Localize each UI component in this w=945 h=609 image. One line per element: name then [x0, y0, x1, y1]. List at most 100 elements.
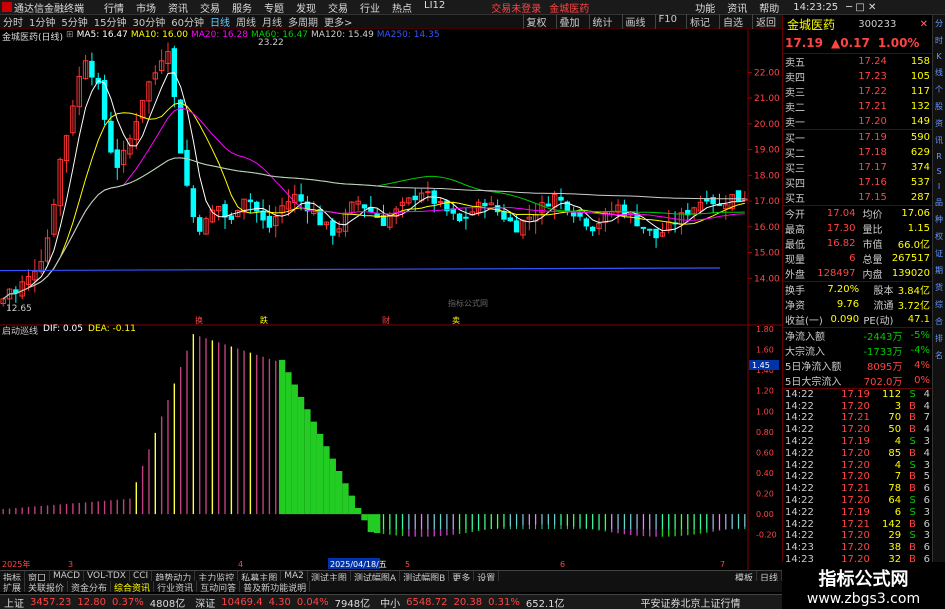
- indicator-tab[interactable]: VOL-TDX: [84, 571, 130, 581]
- menu-item[interactable]: LI12: [424, 0, 445, 15]
- info-tab[interactable]: 扩展: [0, 581, 26, 594]
- index-label[interactable]: 中小: [380, 595, 400, 609]
- indicator-tab[interactable]: MACD: [50, 571, 85, 581]
- tool-button[interactable]: 统计: [588, 14, 616, 29]
- kline-chart[interactable]: 22.00 21.00 20.00 19.00 18.00 17.00 16.00 15.00…: [0, 29, 782, 570]
- stock-name[interactable]: 金城医药: [787, 16, 835, 33]
- index-label[interactable]: 深证: [195, 595, 215, 609]
- indicator-tab[interactable]: 窗口: [25, 571, 51, 584]
- period-tab[interactable]: 60分钟: [171, 14, 204, 29]
- login-notice[interactable]: 交易未登录: [491, 0, 541, 15]
- sidebar-item[interactable]: S: [936, 167, 941, 176]
- low-label: 12.65: [6, 304, 32, 314]
- menu-item[interactable]: 行业: [360, 0, 380, 15]
- info-tab[interactable]: 互动问答: [197, 581, 241, 594]
- sidebar-item[interactable]: R: [936, 152, 942, 161]
- right-menu-item[interactable]: 功能: [695, 0, 715, 15]
- menu-item[interactable]: 专题: [264, 0, 284, 15]
- menu-item[interactable]: 交易: [200, 0, 220, 15]
- indicator-tab[interactable]: 主力监控: [195, 571, 239, 584]
- sidebar-item[interactable]: 个: [935, 84, 943, 95]
- sidebar-item[interactable]: 股: [935, 101, 943, 112]
- indicator-tab[interactable]: CCI: [130, 571, 153, 581]
- timeframe-button[interactable]: 日线: [757, 571, 782, 584]
- tool-button[interactable]: F10: [654, 14, 680, 29]
- indicator-tab[interactable]: 设置: [474, 571, 500, 584]
- period-tab[interactable]: 1分钟: [29, 14, 55, 29]
- chart-settings-icon[interactable]: ⊞: [66, 30, 74, 42]
- tool-button[interactable]: 自选: [719, 14, 746, 29]
- info-tab[interactable]: 关联报价: [25, 581, 69, 594]
- template-button[interactable]: 模板: [732, 571, 757, 584]
- table-cell: 6: [849, 253, 856, 264]
- event-marker[interactable]: 财: [382, 315, 390, 325]
- sidebar-item[interactable]: 期: [935, 265, 943, 276]
- menu-item[interactable]: 行情: [104, 0, 124, 15]
- sidebar-item[interactable]: 名: [935, 350, 943, 361]
- period-tab[interactable]: 更多>: [324, 14, 352, 29]
- info-tab[interactable]: 普及新功能说明: [240, 581, 311, 594]
- sidebar-item[interactable]: 权: [935, 231, 943, 242]
- sidebar-item[interactable]: 线: [935, 67, 943, 78]
- tool-button[interactable]: 画线: [621, 14, 649, 29]
- menu-item[interactable]: 资讯: [168, 0, 188, 15]
- period-tab[interactable]: 30分钟: [132, 14, 165, 29]
- sidebar-item[interactable]: 资: [935, 118, 943, 129]
- table-cell: -4%: [910, 345, 930, 356]
- period-tab[interactable]: 日线: [210, 14, 230, 29]
- menu-item[interactable]: 发现: [296, 0, 316, 15]
- tool-button[interactable]: 叠加: [555, 14, 583, 29]
- candle-body: [456, 213, 463, 222]
- period-tab[interactable]: 周线: [236, 14, 256, 29]
- sidebar-item[interactable]: 排: [935, 333, 943, 344]
- table-cell: 128497: [817, 268, 856, 279]
- menu-item[interactable]: 热点: [392, 0, 412, 15]
- period-tab[interactable]: 多周期: [288, 14, 318, 29]
- indicator-tab[interactable]: 测试幅图B: [400, 571, 450, 584]
- sidebar-item[interactable]: 品: [935, 197, 943, 208]
- sidebar-item[interactable]: 证: [935, 248, 943, 259]
- sidebar-item[interactable]: K: [936, 52, 941, 61]
- close-icon[interactable]: ✕: [920, 19, 928, 30]
- sidebar-item[interactable]: 种: [935, 214, 943, 225]
- right-menu-item[interactable]: 帮助: [759, 0, 779, 15]
- table-cell: 287: [910, 192, 930, 203]
- menu-item[interactable]: 市场: [136, 0, 156, 15]
- event-marker[interactable]: 换: [195, 315, 203, 325]
- indicator-tab[interactable]: 私募主图: [238, 571, 282, 584]
- index-volume: 7948亿: [334, 598, 371, 609]
- right-menu-item[interactable]: 资讯: [727, 0, 747, 15]
- stock-notice[interactable]: 金城医药: [549, 0, 589, 15]
- indicator-tab[interactable]: 测试幅图A: [351, 571, 401, 584]
- sidebar-item[interactable]: 合: [935, 316, 943, 327]
- indicator-tab[interactable]: 指标: [0, 571, 26, 584]
- tool-button[interactable]: 复权: [522, 14, 550, 29]
- candle-body: [501, 211, 507, 220]
- index-label[interactable]: 上证: [4, 595, 24, 609]
- sidebar-item[interactable]: 讯: [935, 135, 943, 146]
- menu-item[interactable]: 服务: [232, 0, 252, 15]
- table-row: 14:22 17.21 70 B 7: [783, 412, 932, 424]
- event-marker[interactable]: 跌: [260, 315, 268, 325]
- info-tab[interactable]: 行业资讯: [154, 581, 198, 594]
- tool-button[interactable]: 标记: [686, 14, 713, 29]
- sidebar-item[interactable]: 分: [935, 18, 943, 29]
- period-tab[interactable]: 5分钟: [61, 14, 87, 29]
- info-tab[interactable]: 资金分布: [68, 581, 112, 594]
- event-marker[interactable]: 卖: [452, 316, 460, 325]
- period-tab[interactable]: 分时: [3, 14, 23, 29]
- sidebar-item[interactable]: 货: [935, 282, 943, 293]
- indicator-tab[interactable]: 测试主图: [308, 571, 351, 584]
- indicator-tab[interactable]: MA2: [281, 571, 308, 581]
- sidebar-item[interactable]: I: [938, 182, 940, 191]
- sidebar-item[interactable]: 综: [935, 299, 943, 310]
- period-tab[interactable]: 15分钟: [94, 14, 127, 29]
- info-tab[interactable]: 综合资讯: [111, 581, 155, 594]
- menu-item[interactable]: 交易: [328, 0, 348, 15]
- cursor-value: 1.45: [752, 361, 770, 370]
- tool-button[interactable]: 返回: [752, 14, 779, 29]
- indicator-tab[interactable]: 更多: [449, 571, 475, 584]
- period-tab[interactable]: 月线: [262, 14, 282, 29]
- sidebar-item[interactable]: 时: [935, 35, 943, 46]
- indicator-tab[interactable]: 趋势动力: [152, 571, 196, 584]
